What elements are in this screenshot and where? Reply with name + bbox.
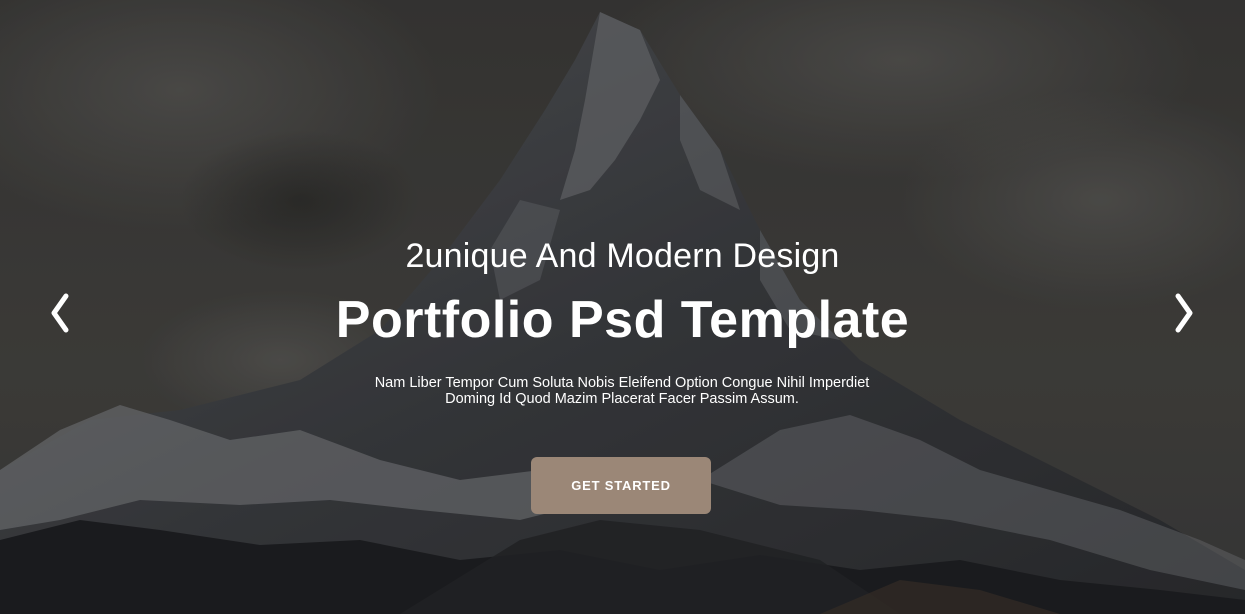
chevron-left-icon [51, 293, 69, 333]
hero-title: Portfolio Psd Template [335, 291, 910, 349]
get-started-button[interactable]: GET STARTED [531, 457, 711, 514]
hero-description: Nam Liber Tempor Cum Soluta Nobis Eleife… [322, 375, 922, 407]
hero-description-line-2: Doming Id Quod Mazim Placerat Facer Pass… [445, 391, 799, 407]
hero-slider: 2unique And Modern Design Portfolio Psd … [0, 0, 1245, 614]
hero-subtitle: 2unique And Modern Design [405, 237, 840, 275]
slider-next-button[interactable] [1168, 290, 1198, 336]
slider-prev-button[interactable] [46, 290, 76, 336]
hero-content: 2unique And Modern Design Portfolio Psd … [0, 0, 1245, 614]
hero-description-line-1: Nam Liber Tempor Cum Soluta Nobis Eleife… [374, 375, 870, 391]
chevron-right-icon [1175, 293, 1193, 333]
